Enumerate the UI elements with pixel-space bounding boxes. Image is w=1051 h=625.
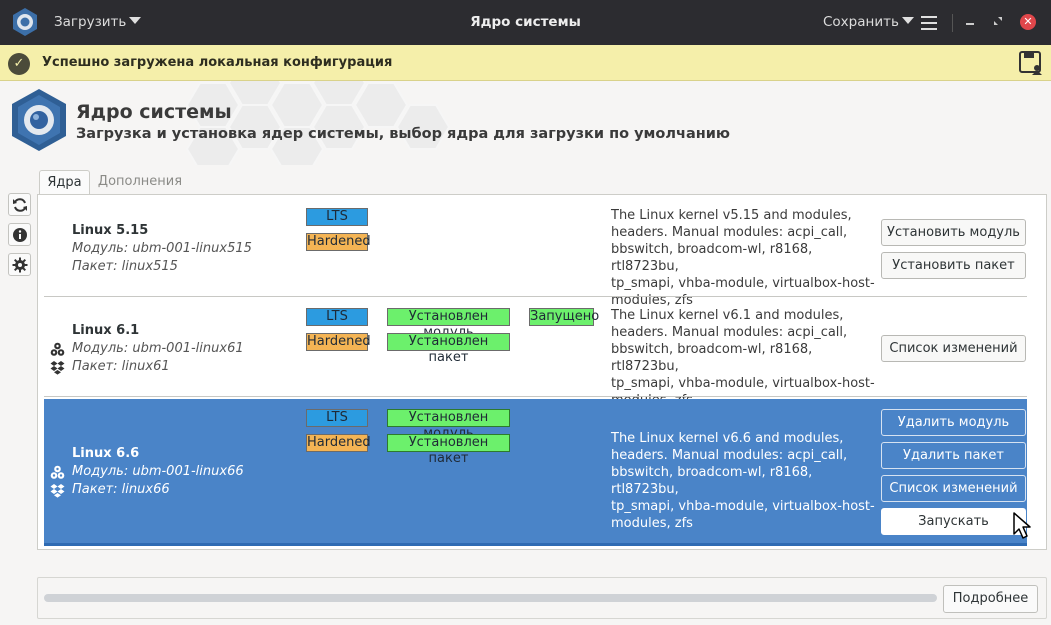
close-icon[interactable]: ✕ [1020,14,1036,30]
info-button[interactable] [8,223,31,246]
hardened-badge: Hardened [306,233,371,251]
details-button[interactable]: Подробнее [943,585,1038,613]
kernel-list: Linux 5.15 Модуль: ubm-001-linux515 Паке… [37,194,1047,550]
chevron-down-icon [129,17,142,24]
chevron-down-icon [901,17,914,24]
title-bar: Загрузить Ядро системы Сохранить ✕ [0,0,1051,45]
save-menu-label: Сохранить [823,14,899,30]
page-subtitle: Загрузка и установка ядер системы, выбор… [76,126,731,142]
kernel-gear-icon [12,89,66,151]
package-installed-badge: Установлен пакет [387,333,510,365]
kernel-description: The Linux kernel v6.1 and modules, heade… [611,308,875,408]
dropbox-package-icon [50,361,65,375]
lts-badge: LTS [306,208,368,226]
changelog-button[interactable]: Список изменений [881,335,1026,362]
kernel-name: Linux 5.15 [72,223,149,238]
module-installed-badge: Установлен модуль [387,409,510,441]
titlebar-separator [952,14,953,32]
settings-button[interactable] [8,253,31,276]
changelog-button[interactable]: Список изменений [881,475,1026,502]
row-divider [44,396,1027,397]
kernel-package: Пакет: linux61 [72,359,170,374]
save-profile-icon[interactable] [1018,50,1044,76]
save-menu[interactable]: Сохранить [823,14,914,30]
install-module-button[interactable]: Установить модуль [881,219,1026,246]
kernel-name: Linux 6.1 [72,323,140,338]
kernel-description: The Linux kernel v6.6 and modules, heade… [611,431,875,531]
refresh-icon [13,198,27,212]
refresh-button[interactable] [8,193,31,216]
hardened-badge: Hardened [306,434,371,452]
module-icon [50,465,65,479]
lts-badge: LTS [306,409,368,427]
boot-default-button[interactable]: Запускать [881,508,1026,535]
progress-bar [44,594,937,602]
kernel-description: The Linux kernel v5.15 and modules, head… [611,208,875,308]
package-installed-badge: Установлен пакет [387,434,510,466]
lts-badge: LTS [306,308,368,326]
kernel-row-linux61[interactable]: Linux 6.1 Модуль: ubm-001-linux61 Пакет:… [44,297,1027,408]
kernel-module: Модуль: ubm-001-linux61 [72,341,244,356]
running-badge: Запущено [529,308,600,326]
module-icon [50,342,65,356]
mouse-cursor-icon [1013,512,1031,539]
hardened-badge: Hardened [306,333,371,351]
minimize-icon[interactable] [966,15,976,29]
dropbox-package-icon [50,484,65,498]
kernel-package: Пакет: linux515 [72,259,178,274]
settings-icon [12,257,28,273]
kernel-package: Пакет: linux66 [72,482,170,497]
info-icon [13,228,27,242]
module-installed-badge: Установлен модуль [387,308,510,340]
kernel-row-linux515[interactable]: Linux 5.15 Модуль: ubm-001-linux515 Паке… [44,195,1027,308]
hexagon-background [185,81,451,165]
hamburger-menu-icon[interactable] [921,16,937,30]
tab-kernels[interactable]: Ядра [39,170,90,195]
check-circle-icon: ✓ [8,53,30,75]
kernel-module: Модуль: ubm-001-linux66 [72,464,244,479]
page-title: Ядро системы [76,101,232,123]
info-message: Успешно загружена локальная конфигурация [42,55,393,70]
kernel-name: Linux 6.6 [72,446,140,461]
kernel-module: Модуль: ubm-001-linux515 [72,241,252,256]
tab-addons[interactable]: Дополнения [92,170,188,195]
info-bar: ✓ Успешно загружена локальная конфигурац… [0,45,1051,81]
load-menu-label: Загрузить [54,14,127,30]
maximize-icon[interactable] [994,17,1002,25]
kernel-row-linux66[interactable]: Linux 6.6 Модуль: ubm-001-linux66 Пакет:… [44,399,1027,546]
page-header: Ядро системы Загрузка и установка ядер с… [0,81,1051,165]
install-package-button[interactable]: Установить пакет [881,252,1026,279]
app-logo-icon[interactable] [10,7,40,37]
remove-module-button[interactable]: Удалить модуль [881,409,1026,436]
load-menu[interactable]: Загрузить [54,14,142,30]
remove-package-button[interactable]: Удалить пакет [881,442,1026,469]
